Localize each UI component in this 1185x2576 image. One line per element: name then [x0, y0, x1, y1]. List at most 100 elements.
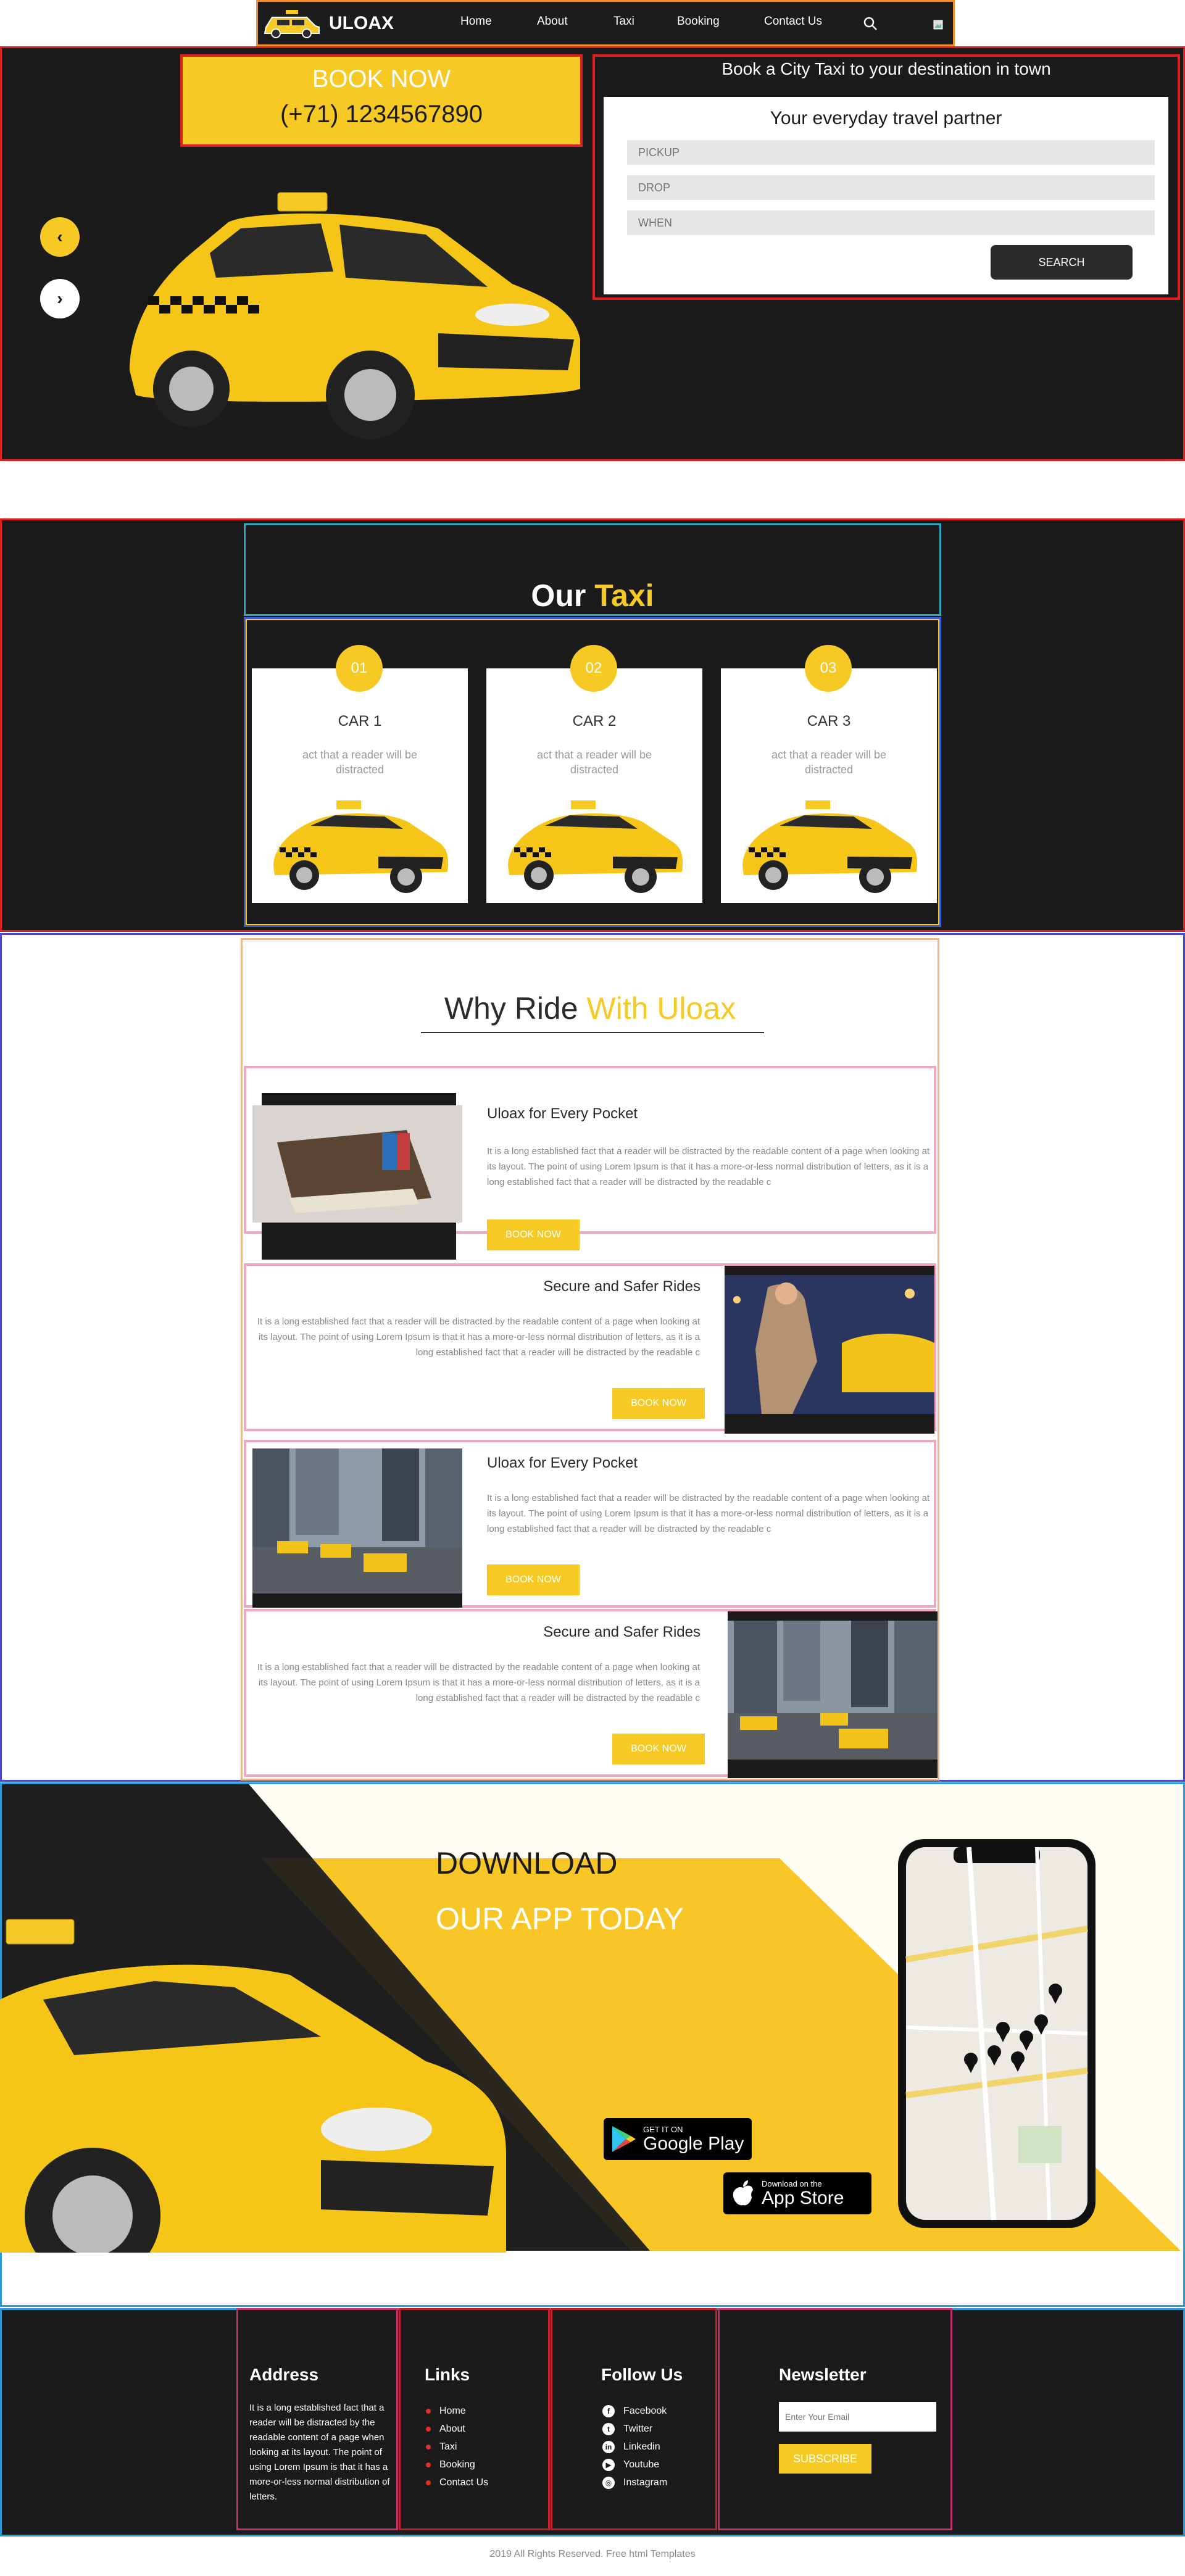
copyright-text: 2019 All Rights Reserved. Free html Temp… [489, 2549, 696, 2559]
why-row-2: Secure and Safer Rides It is a long esta… [244, 1263, 936, 1434]
booking-form-subtitle: Your everyday travel partner [770, 108, 1002, 128]
facebook-icon: f [602, 2404, 615, 2417]
google-play-small: GET IT ON [643, 2124, 683, 2134]
footer-address-title: Address [249, 2365, 319, 2384]
social-link-facebook[interactable]: f Facebook [602, 2402, 667, 2420]
subscribe-button[interactable]: SUBSCRIBE [779, 2444, 871, 2474]
taxi-card-1[interactable]: 01 CAR 1 act that a reader will be distr… [252, 645, 468, 903]
taxi-cards-container: 01 CAR 1 act that a reader will be distr… [244, 617, 941, 927]
footer-link-booking[interactable]: Booking [426, 2456, 488, 2474]
footer-link-label: Contact Us [439, 2477, 489, 2488]
nav-link-home[interactable]: Home [460, 15, 492, 28]
footer-newsletter-title: Newsletter [779, 2365, 867, 2384]
why-row-text: It is a long established fact that a rea… [257, 1662, 700, 1703]
our-taxi-heading-a: Our [531, 578, 586, 613]
download-heading-line1: DOWNLOAD [436, 1846, 618, 1880]
why-row-title: Secure and Safer Rides [543, 1624, 701, 1640]
nav-link-taxi[interactable]: Taxi [613, 15, 634, 28]
our-taxi-heading-b: Taxi [594, 578, 654, 613]
why-ride-heading-a: Why Ride [444, 991, 578, 1026]
why-ride-heading-b: With Uloax [586, 991, 736, 1026]
taxi-car-image [742, 800, 918, 893]
woman-taxi-photo [725, 1275, 934, 1414]
apple-icon [733, 2180, 753, 2206]
footer-link-taxi[interactable]: Taxi [426, 2438, 488, 2456]
google-play-badge[interactable]: GET IT ON Google Play [604, 2118, 752, 2160]
youtube-icon: ▶ [602, 2458, 615, 2471]
phone-number: (+71) 1234567890 [280, 101, 483, 128]
chevron-right-icon: › [57, 289, 63, 308]
book-now-button[interactable]: BOOK NOW [612, 1734, 705, 1764]
user-icon[interactable] [933, 20, 943, 30]
taxi-card-desc: act that a reader will be distracted [771, 749, 887, 776]
taxi-card-3[interactable]: 03 CAR 3 act that a reader will be distr… [721, 645, 937, 903]
book-now-banner[interactable]: BOOK NOW (+71) 1234567890 [180, 54, 583, 147]
footer-address-text: It is a long established fact that a rea… [249, 2403, 390, 2502]
logo[interactable]: ULOAX [262, 6, 417, 40]
why-row-title: Uloax for Every Pocket [487, 1455, 638, 1471]
app-store-badge[interactable]: Download on the App Store [723, 2172, 871, 2214]
newsletter-email-input[interactable] [779, 2402, 936, 2432]
booking-form: Your everyday travel partner SEARCH [604, 97, 1168, 294]
taxi-card-name: CAR 1 [338, 713, 382, 729]
download-taxi-image [0, 1919, 506, 2253]
social-link-instagram[interactable]: ◎ Instagram [602, 2474, 667, 2491]
nav-link-contact[interactable]: Contact Us [764, 15, 822, 28]
twitter-icon: t [602, 2422, 615, 2435]
social-label: Youtube [623, 2459, 660, 2470]
bullet-icon [426, 2444, 431, 2449]
taxi-card-name: CAR 3 [807, 713, 851, 729]
hero-taxi-image [130, 192, 580, 439]
city-taxis-photo [252, 1448, 462, 1593]
search-icon[interactable] [863, 16, 878, 31]
logo-text: ULOAX [329, 12, 394, 33]
bullet-icon [426, 2408, 431, 2414]
when-input[interactable] [627, 210, 1155, 235]
why-ride-heading: Why Ride With Uloax [244, 941, 936, 1065]
taxi-car-image [273, 800, 449, 893]
book-now-button[interactable]: BOOK NOW [612, 1388, 705, 1419]
carousel-next-button[interactable]: › [40, 279, 80, 318]
footer-link-home[interactable]: Home [426, 2402, 488, 2420]
taxi-card-2[interactable]: 02 CAR 2 act that a reader will be distr… [486, 645, 702, 903]
why-row-title: Secure and Safer Rides [543, 1278, 701, 1295]
why-row-1: Uloax for Every Pocket It is a long esta… [244, 1066, 936, 1260]
social-label: Facebook [623, 2405, 667, 2416]
footer-link-about[interactable]: About [426, 2420, 488, 2438]
social-link-youtube[interactable]: ▶ Youtube [602, 2456, 667, 2474]
book-now-button[interactable]: BOOK NOW [487, 1219, 580, 1250]
taxi-card-desc: act that a reader will be distracted [536, 749, 652, 776]
book-now-label: BOOK NOW [312, 65, 451, 93]
why-row-text: It is a long established fact that a rea… [257, 1316, 700, 1358]
social-link-linkedin[interactable]: in Linkedin [602, 2438, 667, 2456]
footer-link-label: Booking [439, 2459, 475, 2470]
footer-link-contact[interactable]: Contact Us [426, 2474, 488, 2491]
footer-follow-title: Follow Us [601, 2365, 683, 2384]
heading-divider [421, 1032, 764, 1033]
bullet-icon [426, 2426, 431, 2432]
app-store-small: Download on the [762, 2179, 822, 2188]
our-taxi-heading: Our Taxi [244, 523, 941, 616]
drop-input[interactable] [627, 175, 1155, 200]
taxi-card-number: 01 [336, 645, 383, 692]
book-now-button[interactable]: BOOK NOW [487, 1564, 580, 1595]
bullet-icon [426, 2462, 431, 2467]
instagram-icon: ◎ [602, 2476, 615, 2489]
pickup-input[interactable] [627, 140, 1155, 165]
taxi-card-number: 02 [570, 645, 617, 692]
nav-link-about[interactable]: About [537, 15, 568, 28]
footer-link-label: Taxi [439, 2441, 457, 2452]
why-row-text: It is a long established fact that a rea… [487, 1493, 930, 1534]
taxi-logo-icon [264, 9, 320, 38]
nav-link-booking[interactable]: Booking [677, 15, 720, 28]
wallet-photo [252, 1105, 462, 1223]
social-link-twitter[interactable]: t Twitter [602, 2420, 667, 2438]
bullet-icon [426, 2480, 431, 2485]
search-button[interactable]: SEARCH [991, 245, 1133, 280]
carousel-prev-button[interactable]: ‹ [40, 217, 80, 257]
footer-social-list: f Facebook t Twitter in Linkedin ▶ Youtube ◎… [602, 2402, 667, 2491]
taxi-card-desc: act that a reader will be distracted [302, 749, 418, 776]
why-row-text: It is a long established fact that a rea… [487, 1146, 930, 1187]
social-label: Twitter [623, 2423, 653, 2434]
footer-links-title: Links [425, 2365, 470, 2384]
